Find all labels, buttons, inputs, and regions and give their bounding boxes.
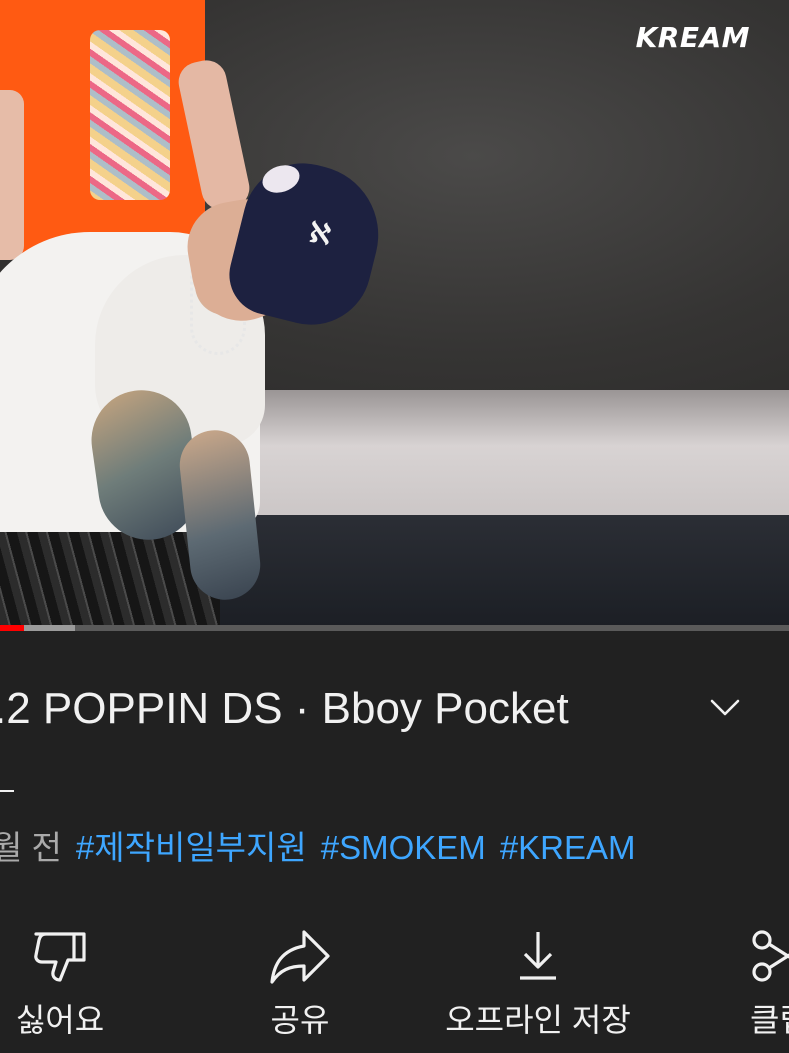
download-icon [520, 932, 556, 980]
share-icon [270, 930, 330, 984]
upload-time: 월 전 [0, 829, 62, 866]
hashtag-link[interactable]: #제작비일부지원 [76, 829, 307, 866]
download-button[interactable]: 오프라인 저장 [430, 920, 646, 1053]
cap-logo: ℵ [306, 215, 334, 252]
video-title[interactable]: .2 POPPIN DS · Bboy Pocket [0, 682, 674, 736]
progress-played [0, 625, 24, 631]
channel-watermark-logo: KREAM [635, 21, 750, 54]
dislike-button[interactable]: 싫어요 [0, 920, 140, 1053]
clip-button[interactable]: 클립 [712, 920, 789, 1053]
thumbs-down-icon [34, 932, 86, 982]
video-player[interactable]: ℵ KREAM [0, 0, 789, 625]
video-meta-line: 월 전 #제작비일부지원 #SMOKEM #KREAM [0, 826, 650, 870]
download-label: 오프라인 저장 [445, 1002, 631, 1038]
youtube-watch-page: ℵ KREAM .2 POPPIN DS · Bboy Pocket 월 전 #제… [0, 0, 789, 1053]
video-progress-bar[interactable] [0, 625, 789, 631]
hashtag-link[interactable]: #KREAM [500, 829, 636, 866]
clip-label: 클립 [750, 1002, 789, 1038]
hashtag-link[interactable]: #SMOKEM [321, 829, 486, 866]
share-button[interactable]: 공유 [220, 920, 380, 1053]
chevron-down-icon[interactable] [707, 690, 743, 726]
share-label: 공유 [270, 1002, 330, 1038]
dislike-label: 싫어요 [15, 1002, 105, 1038]
video-title-continuation [0, 790, 14, 792]
scissors-icon [752, 930, 789, 982]
action-bar: 싫어요 공유 오프라인 저장 클립 [0, 920, 789, 1053]
